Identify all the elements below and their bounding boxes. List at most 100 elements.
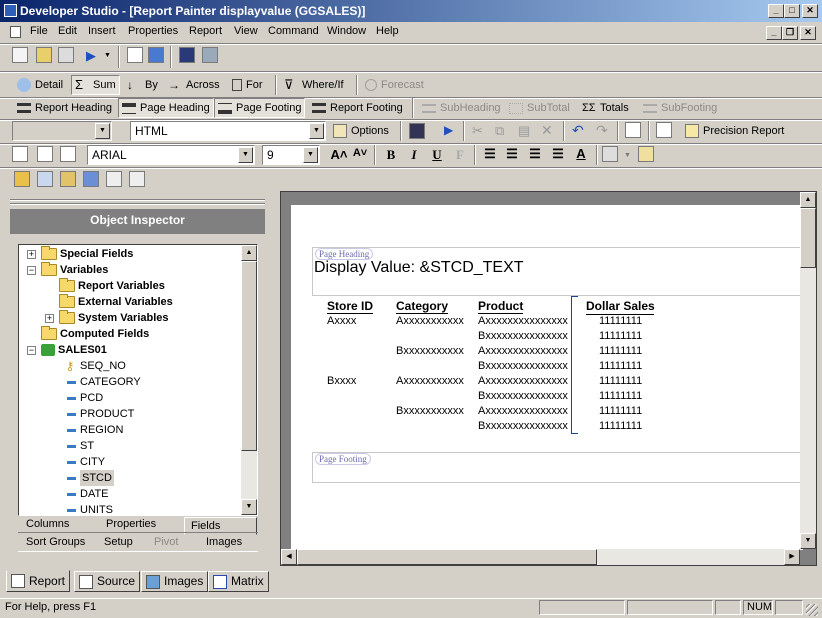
menu-help[interactable]: Help xyxy=(376,25,399,37)
chevron-down-icon[interactable]: ▼ xyxy=(238,147,253,163)
chevron-down-icon[interactable]: ▼ xyxy=(309,123,324,139)
tab-source[interactable]: Source xyxy=(74,571,141,592)
font-shrink-icon[interactable]: A˅ xyxy=(351,147,369,159)
tree-field-date[interactable]: DATE xyxy=(63,486,109,502)
tree-icon[interactable] xyxy=(106,171,122,187)
strike-icon[interactable]: F xyxy=(451,147,469,163)
run-report-icon[interactable]: ▶ xyxy=(444,123,453,137)
where-if-button[interactable]: ⊽ Where/If xyxy=(281,75,347,95)
tree-item-computed-fields[interactable]: Computed Fields xyxy=(41,326,149,342)
format-combo[interactable]: HTML ▼ xyxy=(130,121,326,141)
page-heading-button[interactable]: Page Heading xyxy=(118,98,214,118)
tree-item-external-variables[interactable]: External Variables xyxy=(59,294,173,310)
undo-icon[interactable]: ↶ xyxy=(572,122,584,139)
paste-icon[interactable]: ▤ xyxy=(518,123,530,139)
border-dropdown-icon[interactable]: ▼ xyxy=(624,152,631,159)
column-header-dollar-sales[interactable]: Dollar Sales xyxy=(586,299,655,313)
field-tree[interactable]: + Special Fields − Variables Report Vari… xyxy=(18,244,258,516)
join-icon[interactable] xyxy=(83,171,99,187)
border-icon[interactable] xyxy=(602,146,618,162)
properties-icon[interactable] xyxy=(58,47,74,63)
font-color-icon[interactable]: A xyxy=(572,146,590,161)
subfooting-button[interactable]: SubFooting xyxy=(640,98,720,118)
minimize-button[interactable]: _ xyxy=(768,4,784,18)
collapse-icon[interactable]: − xyxy=(27,266,36,275)
page-icon[interactable] xyxy=(129,171,145,187)
maximize-button[interactable]: □ xyxy=(784,4,800,18)
scroll-down-icon[interactable]: ▼ xyxy=(241,499,257,515)
tab-sort-groups[interactable]: Sort Groups xyxy=(20,534,98,552)
hierarchy-icon[interactable] xyxy=(60,171,76,187)
doc-restore-button[interactable]: ❐ xyxy=(782,26,798,40)
bold-icon[interactable]: B xyxy=(382,147,400,163)
tree-item-sales01[interactable]: SALES01 xyxy=(41,342,107,358)
cut-icon[interactable]: ✂ xyxy=(472,123,483,139)
tab-pivot[interactable]: Pivot xyxy=(148,534,198,552)
tab-matrix[interactable]: Matrix xyxy=(208,571,269,592)
page-footing-band[interactable] xyxy=(312,452,803,483)
run-dropdown-icon[interactable]: ▼ xyxy=(104,52,111,59)
font-size-combo[interactable]: 9 ▼ xyxy=(262,145,320,165)
scroll-up-icon[interactable]: ▲ xyxy=(241,245,257,261)
doc-close-button[interactable]: ✕ xyxy=(800,26,816,40)
resize-grip-icon[interactable] xyxy=(806,604,818,616)
calculator-icon[interactable] xyxy=(37,171,53,187)
chevron-down-icon[interactable]: ▼ xyxy=(303,147,318,163)
procedure-icon[interactable] xyxy=(127,47,143,63)
scroll-left-icon[interactable]: ◀ xyxy=(281,549,297,565)
scroll-right-icon[interactable]: ▶ xyxy=(784,549,800,565)
tree-field-region[interactable]: REGION xyxy=(63,422,123,438)
chevron-down-icon[interactable]: ▼ xyxy=(95,123,110,139)
canvas-hscrollbar[interactable]: ◀ ▶ xyxy=(281,549,800,565)
tree-item-special-fields[interactable]: Special Fields xyxy=(41,246,133,262)
report-heading-button[interactable]: Report Heading xyxy=(14,98,115,118)
menu-report[interactable]: Report xyxy=(189,25,222,37)
align-right-icon[interactable]: ☰ xyxy=(526,146,544,162)
page-footing-button[interactable]: Page Footing xyxy=(214,98,306,118)
tab-report[interactable]: Report xyxy=(6,570,71,592)
open-icon[interactable] xyxy=(36,47,52,63)
precision-report-button[interactable]: Precision Report xyxy=(682,121,787,141)
menu-insert[interactable]: Insert xyxy=(88,25,116,37)
for-button[interactable]: For xyxy=(229,75,266,95)
tree-item-report-variables[interactable]: Report Variables xyxy=(59,278,165,294)
copy-icon[interactable]: ⧉ xyxy=(495,123,504,139)
chart-icon[interactable] xyxy=(625,122,641,138)
redo-icon[interactable]: ↷ xyxy=(596,122,608,139)
tree-item-system-variables[interactable]: System Variables xyxy=(59,310,169,326)
scroll-down-icon[interactable]: ▼ xyxy=(800,533,816,549)
define-icon[interactable] xyxy=(14,171,30,187)
tree-field-stcd[interactable]: STCD xyxy=(63,470,114,486)
layout-icon[interactable] xyxy=(202,47,218,63)
detail-button[interactable]: Detail xyxy=(14,75,66,95)
menu-properties[interactable]: Properties xyxy=(128,25,178,37)
sum-button[interactable]: Σ Sum xyxy=(71,75,120,95)
menu-view[interactable]: View xyxy=(234,25,258,37)
globe-icon[interactable] xyxy=(148,47,164,63)
italic-icon[interactable]: I xyxy=(405,147,423,163)
delete-icon[interactable]: ✕ xyxy=(541,122,553,139)
grid-icon[interactable] xyxy=(12,146,28,162)
style-combo[interactable]: ▼ xyxy=(12,121,112,141)
tree-field-product[interactable]: PRODUCT xyxy=(63,406,134,422)
tab-setup[interactable]: Setup xyxy=(98,534,148,552)
underline-icon[interactable]: U xyxy=(428,147,446,163)
grid-columns-icon[interactable] xyxy=(60,146,76,162)
tree-field-pcd[interactable]: PCD xyxy=(63,390,103,406)
report-footing-button[interactable]: Report Footing xyxy=(309,98,406,118)
options-button[interactable]: Options xyxy=(330,121,392,141)
scroll-up-icon[interactable]: ▲ xyxy=(800,192,816,208)
tab-images[interactable]: Images xyxy=(200,534,256,552)
column-header-store-id[interactable]: Store ID xyxy=(327,299,374,314)
new-icon[interactable] xyxy=(12,47,28,63)
menu-file[interactable]: File xyxy=(30,25,48,37)
expand-icon[interactable]: + xyxy=(27,250,36,259)
tab-images-view[interactable]: Images xyxy=(141,571,209,592)
column-header-category[interactable]: Category xyxy=(396,299,449,314)
subtotal-button[interactable]: SubTotal xyxy=(506,98,573,118)
font-grow-icon[interactable]: A˄ xyxy=(330,147,348,162)
totals-button[interactable]: ΣΣ Totals xyxy=(579,98,632,118)
fill-color-icon[interactable] xyxy=(638,146,654,162)
doc-minimize-button[interactable]: _ xyxy=(766,26,782,40)
expand-icon[interactable]: + xyxy=(45,314,54,323)
